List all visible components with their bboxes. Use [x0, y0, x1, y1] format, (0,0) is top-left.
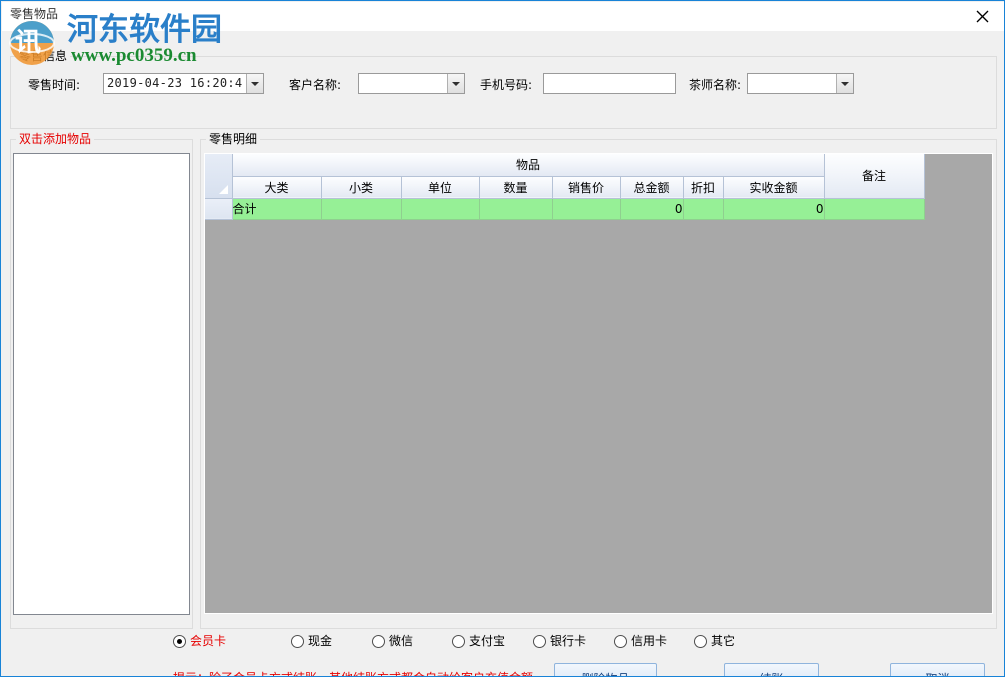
payment-hint-text: 提示：除了会员卡方式结账，其他结账方式都会自动给客户充值金额 — [173, 671, 533, 677]
retail-time-value: 2019-04-23 16:20:40 — [107, 74, 243, 93]
grid-corner-cell[interactable] — [205, 154, 232, 198]
retail-detail-group-label: 零售明细 — [206, 132, 260, 146]
summary-cell-total-amount: 0 — [620, 198, 683, 219]
retail-item-window: 零售物品 讯 河东软件园 www.pc0359.cn 零售信息 零售时间: 20… — [0, 0, 1005, 677]
summary-cell-unit — [401, 198, 479, 219]
payment-option-wechat[interactable]: 微信 — [372, 632, 413, 650]
summary-cell-note — [824, 198, 924, 219]
retail-info-group-label: 零售信息 — [16, 49, 70, 63]
column-header-major-category[interactable]: 大类 — [232, 176, 321, 198]
payment-option-label: 其它 — [711, 634, 735, 648]
column-header-note[interactable]: 备注 — [824, 154, 924, 198]
summary-cell-sale-price — [552, 198, 620, 219]
column-header-sale-price[interactable]: 销售价 — [552, 176, 620, 198]
summary-row-label: 合计 — [232, 198, 321, 219]
summary-cell-discount — [683, 198, 723, 219]
chevron-down-icon — [841, 82, 849, 86]
column-header-quantity[interactable]: 数量 — [479, 176, 552, 198]
radio-icon — [372, 635, 385, 648]
payment-option-label: 现金 — [308, 634, 332, 648]
cancel-button[interactable]: 取消 — [890, 663, 985, 677]
payment-option-label: 微信 — [389, 634, 413, 648]
add-items-group-label: 双击添加物品 — [16, 132, 94, 146]
payment-option-other[interactable]: 其它 — [694, 632, 735, 650]
retail-detail-grid-area[interactable]: 物品 备注 大类 小类 单位 数量 销售价 总金额 折扣 实收金额 合计 — [204, 153, 993, 614]
tea-master-value — [751, 74, 833, 93]
checkout-button[interactable]: 结账 — [724, 663, 819, 677]
radio-icon — [173, 635, 186, 648]
payment-option-bank-card[interactable]: 银行卡 — [533, 632, 586, 650]
customer-name-value — [362, 74, 444, 93]
customer-name-label: 客户名称: — [289, 78, 341, 92]
table-header-group-row: 物品 备注 — [205, 154, 924, 176]
row-header-cell[interactable] — [205, 198, 232, 219]
delete-item-button[interactable]: 删除物品 — [554, 663, 657, 677]
column-header-unit[interactable]: 单位 — [401, 176, 479, 198]
radio-icon — [614, 635, 627, 648]
radio-icon — [452, 635, 465, 648]
tea-master-combobox[interactable] — [747, 73, 854, 94]
phone-number-input[interactable] — [543, 73, 676, 94]
payment-option-label: 信用卡 — [631, 634, 667, 648]
payment-option-label: 银行卡 — [550, 634, 586, 648]
column-header-received-amount[interactable]: 实收金额 — [723, 176, 824, 198]
column-header-total-amount[interactable]: 总金额 — [620, 176, 683, 198]
payment-option-label: 支付宝 — [469, 634, 505, 648]
table-header-row: 大类 小类 单位 数量 销售价 总金额 折扣 实收金额 — [205, 176, 924, 198]
column-header-minor-category[interactable]: 小类 — [321, 176, 401, 198]
window-title: 零售物品 — [10, 7, 58, 21]
payment-option-membership-card[interactable]: 会员卡 — [173, 632, 226, 650]
retail-time-dropdown-button[interactable] — [246, 74, 263, 93]
radio-icon — [694, 635, 707, 648]
radio-icon — [533, 635, 546, 648]
table-row[interactable]: 合计 0 0 — [205, 198, 924, 219]
chevron-down-icon — [452, 82, 460, 86]
title-bar: 零售物品 — [2, 2, 1005, 31]
customer-name-dropdown-button[interactable] — [447, 74, 464, 93]
radio-icon — [291, 635, 304, 648]
column-header-discount[interactable]: 折扣 — [683, 176, 723, 198]
client-area: 零售信息 零售时间: 2019-04-23 16:20:40 客户名称: 手机号… — [2, 31, 1005, 677]
phone-number-label: 手机号码: — [480, 78, 532, 92]
payment-option-label: 会员卡 — [190, 634, 226, 648]
close-button[interactable] — [960, 2, 1005, 31]
payment-option-cash[interactable]: 现金 — [291, 632, 332, 650]
summary-cell-quantity — [479, 198, 552, 219]
tea-master-label: 茶师名称: — [689, 78, 741, 92]
corner-triangle-icon — [219, 185, 228, 194]
retail-time-datepicker[interactable]: 2019-04-23 16:20:40 — [103, 73, 264, 94]
close-icon — [976, 10, 989, 23]
items-listbox[interactable] — [13, 153, 190, 615]
summary-cell-received-amount: 0 — [723, 198, 824, 219]
summary-cell-minor-category — [321, 198, 401, 219]
customer-name-combobox[interactable] — [358, 73, 465, 94]
payment-option-credit-card[interactable]: 信用卡 — [614, 632, 667, 650]
group-header-goods: 物品 — [232, 154, 824, 176]
retail-detail-table: 物品 备注 大类 小类 单位 数量 销售价 总金额 折扣 实收金额 合计 — [205, 154, 925, 220]
payment-option-alipay[interactable]: 支付宝 — [452, 632, 505, 650]
chevron-down-icon — [251, 82, 259, 86]
tea-master-dropdown-button[interactable] — [836, 74, 853, 93]
retail-time-label: 零售时间: — [28, 78, 80, 92]
